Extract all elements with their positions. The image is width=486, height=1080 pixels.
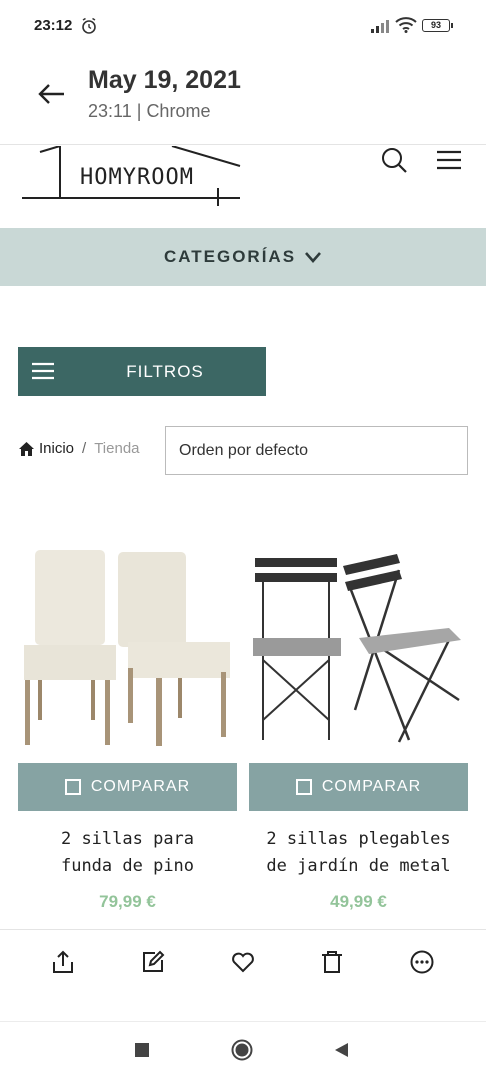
product-image-folding-chairs[interactable] — [249, 540, 468, 750]
compare-button[interactable]: COMPARAR — [18, 763, 237, 811]
share-icon[interactable] — [51, 950, 75, 974]
compare-label: COMPARAR — [321, 778, 422, 795]
filters-button[interactable]: FILTROS — [18, 347, 266, 396]
breadcrumb-current: Tienda — [94, 440, 140, 457]
product-name-line: funda de pino — [60, 856, 195, 876]
checkbox-icon — [64, 779, 81, 795]
trash-icon[interactable] — [320, 950, 344, 974]
categories-bar[interactable]: CATEGORÍAS — [0, 228, 486, 286]
edit-icon[interactable] — [141, 950, 165, 974]
toolbar-divider — [0, 929, 486, 930]
more-icon[interactable] — [410, 950, 434, 974]
logo-text: HOMYROOM — [80, 165, 194, 190]
signal-icon — [371, 20, 389, 33]
product-name-line: 2 sillas plegables — [266, 829, 451, 849]
subtitle-separator: | — [136, 101, 142, 121]
recents-icon[interactable] — [132, 1040, 152, 1060]
breadcrumb-separator: / — [82, 440, 87, 457]
categories-label: CATEGORÍAS — [163, 247, 297, 266]
nav-divider — [0, 1021, 486, 1022]
checkbox-icon — [295, 779, 312, 795]
header-divider — [0, 144, 486, 145]
alarm-icon — [82, 17, 96, 34]
page-subtitle: 23:11 | Chrome — [88, 101, 210, 122]
order-select[interactable]: Orden por defecto — [165, 426, 468, 475]
home-nav-icon[interactable] — [231, 1039, 253, 1061]
back-icon[interactable] — [36, 80, 68, 108]
product-image-chairs[interactable] — [18, 540, 237, 750]
menu-icon[interactable] — [436, 150, 462, 170]
chevron-down-icon — [305, 252, 322, 263]
status-time: 23:12 — [34, 17, 73, 34]
search-icon[interactable] — [380, 146, 408, 174]
subtitle-time: 23:11 — [88, 101, 132, 121]
product-name[interactable]: 2 sillas plegables de jardín de metal — [249, 826, 468, 880]
product-price: 79,99 € — [99, 892, 156, 911]
page-title: May 19, 2021 — [88, 66, 241, 94]
product-name-line: de jardín de metal — [266, 856, 451, 876]
breadcrumb: Inicio / Tienda — [19, 440, 140, 457]
home-icon — [19, 441, 34, 456]
heart-icon[interactable] — [231, 950, 255, 974]
product-name[interactable]: 2 sillas para funda de pino — [18, 826, 237, 880]
wifi-icon — [395, 17, 417, 33]
battery-indicator: 93 — [422, 19, 453, 32]
filters-label: FILTROS — [126, 362, 204, 381]
product-name-line: 2 sillas para — [60, 829, 195, 849]
subtitle-app: Chrome — [146, 101, 211, 121]
compare-button[interactable]: COMPARAR — [249, 763, 468, 811]
back-nav-icon[interactable] — [332, 1040, 352, 1060]
product-price: 49,99 € — [330, 892, 387, 911]
breadcrumb-home[interactable]: Inicio — [39, 440, 74, 457]
compare-label: COMPARAR — [90, 778, 191, 795]
